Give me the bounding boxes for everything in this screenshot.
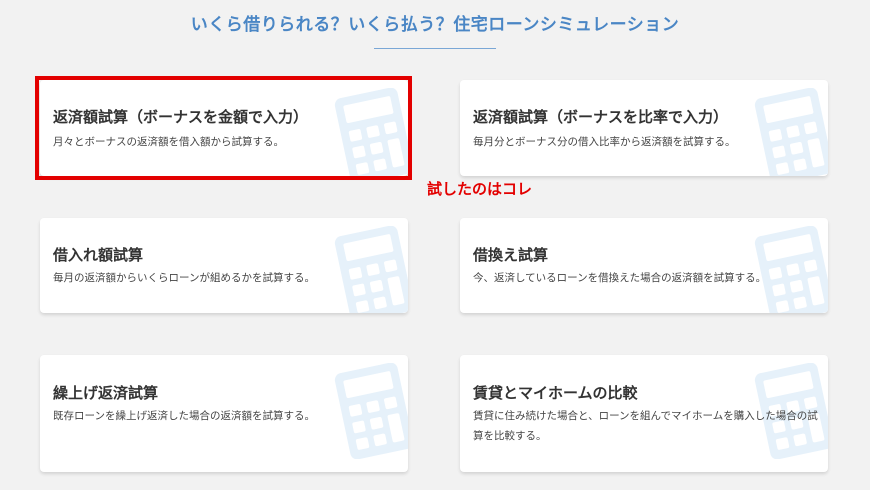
card-title: 返済額試算（ボーナスを比率で入力） (473, 108, 729, 126)
card-description: 賃貸に住み続けた場合と、ローンを組んでマイホームを購入した場合の試算を比較する。 (473, 410, 818, 442)
card-prepayment[interactable]: 繰上げ返済試算 既存ローンを繰上げ返済した場合の返済額を試算する。 (40, 355, 408, 472)
title-divider (374, 48, 496, 49)
card-title: 賃貸とマイホームの比較 (473, 384, 638, 402)
card-rent-vs-home[interactable]: 賃貸とマイホームの比較 賃貸に住み続けた場合と、ローンを組んでマイホームを購入し… (460, 355, 828, 472)
card-repayment-bonus-ratio[interactable]: 返済額試算（ボーナスを比率で入力） 毎月分とボーナス分の借入比率から返済額を試算… (460, 80, 828, 176)
card-description: 今、返済しているローンを借換えた場合の返済額を試算する。 (473, 272, 767, 284)
card-repayment-bonus-amount[interactable]: 返済額試算（ボーナスを金額で入力） 月々とボーナスの返済額を借入額から試算する。 (40, 80, 408, 176)
card-title: 繰上げ返済試算 (53, 384, 159, 402)
card-title: 借入れ額試算 (53, 246, 144, 264)
card-description: 毎月の返済額からいくらローンが組めるかを試算する。 (53, 272, 315, 284)
page-title: いくら借りられる？いくら払う？住宅ローンシミュレーション (190, 15, 680, 35)
card-borrowing-amount[interactable]: 借入れ額試算 毎月の返済額からいくらローンが組めるかを試算する。 (40, 218, 408, 313)
card-description: 既存ローンを繰上げ返済した場合の返済額を試算する。 (53, 410, 315, 422)
annotation-label: 試したのはコレ (427, 180, 533, 198)
card-description: 毎月分とボーナス分の借入比率から返済額を試算する。 (473, 136, 736, 148)
card-title: 借換え試算 (473, 246, 549, 264)
card-title: 返済額試算（ボーナスを金額で入力） (53, 108, 309, 126)
card-refinance[interactable]: 借換え試算 今、返済しているローンを借換えた場合の返済額を試算する。 (460, 218, 828, 313)
card-description: 月々とボーナスの返済額を借入額から試算する。 (53, 136, 284, 148)
